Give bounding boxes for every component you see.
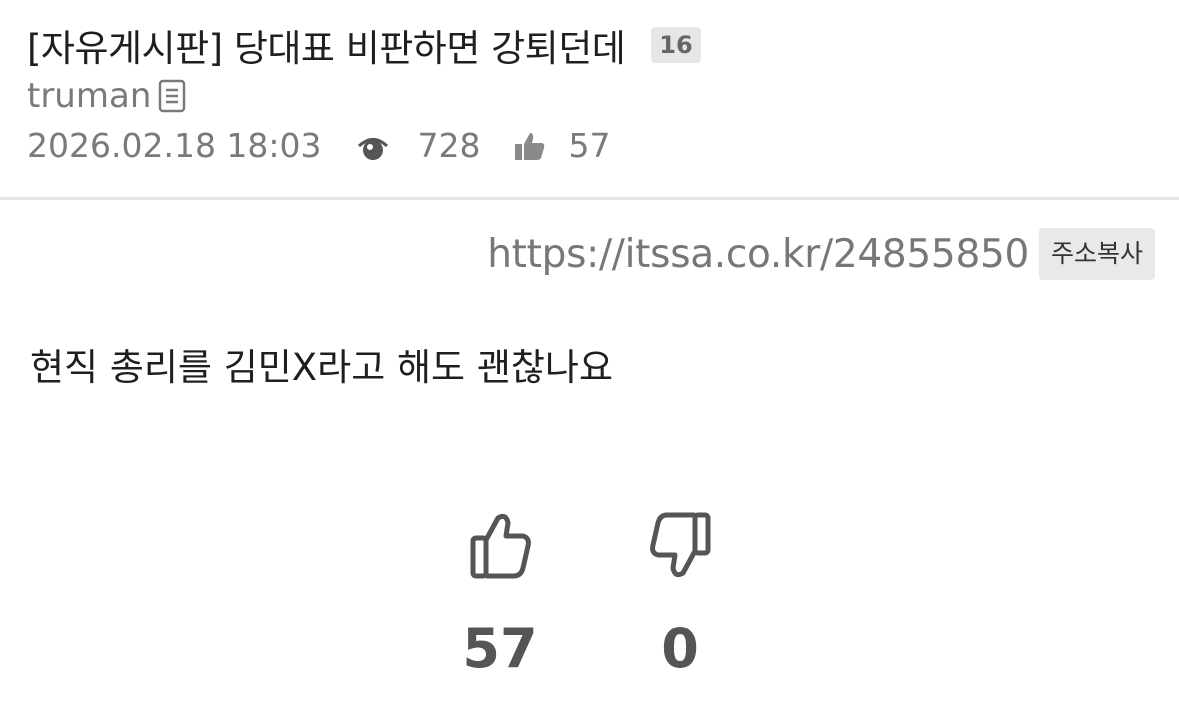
downvote-count: 0 <box>661 617 699 680</box>
thumbs-up-outline-icon <box>460 505 540 585</box>
view-count: 728 <box>417 126 481 165</box>
thumbs-down-outline-icon <box>640 505 720 585</box>
upvote-count: 57 <box>462 617 538 680</box>
post-title: [자유게시판] 당대표 비판하면 강퇴던데 <box>27 27 626 70</box>
post-header: [자유게시판] 당대표 비판하면 강퇴던데 16 truman 2026.02.… <box>0 0 1179 198</box>
downvote-button[interactable]: 0 <box>625 505 735 679</box>
vote-area: 57 0 <box>0 505 1179 705</box>
post-url[interactable]: https://itssa.co.kr/24855850 <box>487 232 1029 277</box>
share-url-row: https://itssa.co.kr/24855850 주소복사 <box>487 228 1155 280</box>
post-body: 현직 총리를 김민X라고 해도 괜찮나요 <box>30 346 613 389</box>
meta-row: 2026.02.18 18:03 728 57 <box>27 126 611 165</box>
post-datetime: 2026.02.18 18:03 <box>27 126 322 165</box>
upvote-button[interactable]: 57 <box>445 505 555 679</box>
thumbs-up-icon <box>513 129 547 163</box>
like-count: 57 <box>568 126 611 165</box>
author-row: truman <box>27 76 187 116</box>
title-row: [자유게시판] 당대표 비판하면 강퇴던데 16 <box>27 18 701 72</box>
author-name[interactable]: truman <box>27 76 151 116</box>
comment-count-badge[interactable]: 16 <box>651 27 701 63</box>
header-divider <box>0 197 1179 200</box>
document-icon[interactable] <box>157 79 187 113</box>
eye-icon <box>356 129 390 163</box>
copy-url-button[interactable]: 주소복사 <box>1038 228 1155 280</box>
